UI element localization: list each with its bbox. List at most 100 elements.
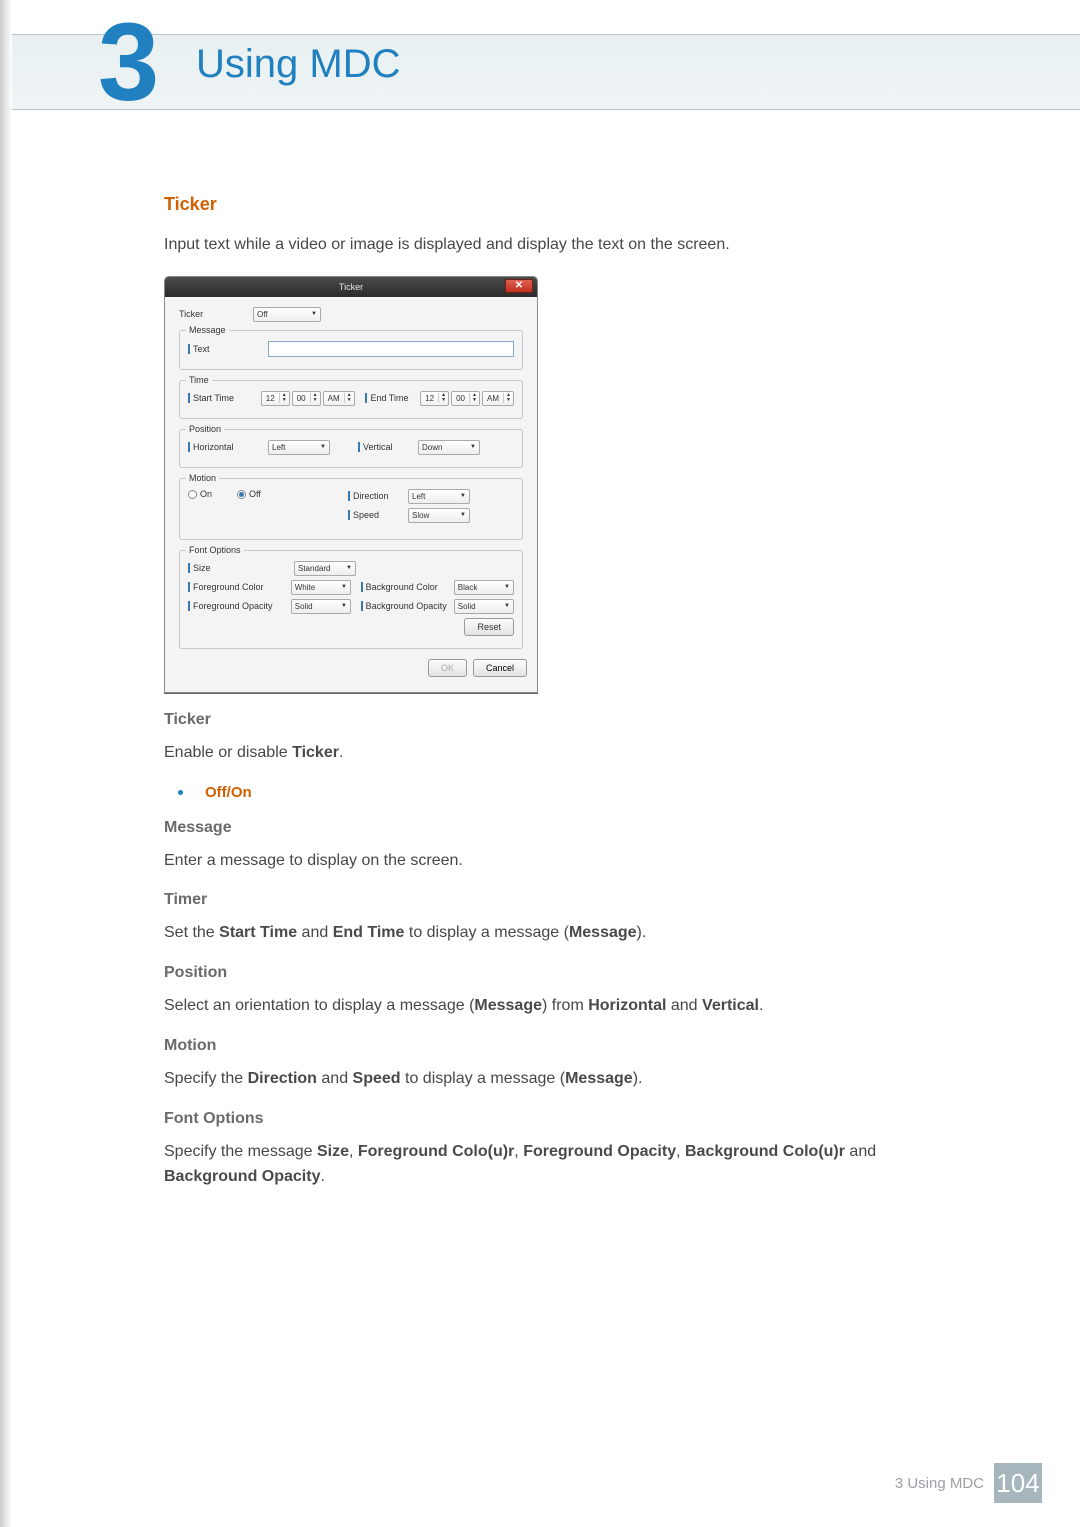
end-hour-stepper[interactable]: 12▲▼ bbox=[420, 391, 449, 406]
f2: Size bbox=[317, 1143, 349, 1160]
motion-legend: Motion bbox=[186, 473, 219, 483]
start-ampm-stepper[interactable]: AM▲▼ bbox=[323, 391, 355, 406]
p2: Message bbox=[474, 997, 542, 1014]
section-heading-ticker: Ticker bbox=[164, 194, 884, 215]
fg-opacity-select[interactable]: Solid▼ bbox=[291, 599, 351, 614]
fg-opacity-label: Foreground Opacity bbox=[188, 601, 285, 611]
chevron-down-icon: ▼ bbox=[311, 311, 317, 317]
t3: and bbox=[297, 924, 333, 941]
chapter-title: Using MDC bbox=[196, 42, 400, 87]
reset-button[interactable]: Reset bbox=[464, 618, 514, 636]
bg-opacity-label: Background Opacity bbox=[361, 601, 448, 611]
horizontal-label: Horizontal bbox=[188, 442, 262, 452]
desc-motion-text: Specify the Direction and Speed to displ… bbox=[164, 1067, 884, 1092]
chevron-down-icon: ▼ bbox=[504, 584, 510, 590]
size-label: Size bbox=[188, 563, 288, 573]
footer-text: 3 Using MDC bbox=[895, 1475, 984, 1492]
m5: to display a message ( bbox=[401, 1070, 566, 1087]
desc-ticker-dot: . bbox=[339, 744, 343, 761]
start-ampm-value: AM bbox=[324, 394, 344, 403]
motion-on-label: On bbox=[200, 489, 212, 499]
chevron-down-icon: ▼ bbox=[504, 603, 510, 609]
f4: Foreground Colo(u)r bbox=[358, 1143, 514, 1160]
f1: Specify the message bbox=[164, 1143, 317, 1160]
direction-label: Direction bbox=[348, 491, 402, 501]
motion-off-label: Off bbox=[249, 489, 261, 499]
speed-label: Speed bbox=[348, 510, 402, 520]
time-fieldset: Time Start Time 12▲▼ 00▲▼ AM▲▼ End Time … bbox=[179, 380, 523, 419]
f7: , bbox=[676, 1143, 685, 1160]
p3: ) from bbox=[542, 997, 588, 1014]
option-on: On bbox=[231, 784, 252, 801]
end-time-label: End Time bbox=[365, 393, 414, 403]
fg-color-select[interactable]: White▼ bbox=[291, 580, 351, 595]
bg-opacity-select[interactable]: Solid ▼ bbox=[454, 599, 514, 614]
chevron-down-icon: ▼ bbox=[460, 493, 466, 499]
desc-position-heading: Position bbox=[164, 964, 884, 982]
t4: End Time bbox=[333, 924, 405, 941]
chevron-down-icon: ▼ bbox=[470, 444, 476, 450]
section-intro: Input text while a video or image is dis… bbox=[164, 233, 884, 258]
page-number-box: 104 bbox=[994, 1463, 1042, 1503]
f6: Foreground Opacity bbox=[523, 1143, 676, 1160]
f8: Background Colo(u)r bbox=[685, 1143, 845, 1160]
chapter-number-badge: 3 bbox=[98, 16, 162, 116]
direction-value: Left bbox=[412, 492, 425, 501]
ok-button[interactable]: OK bbox=[428, 659, 467, 677]
start-hour-value: 12 bbox=[262, 394, 279, 403]
desc-message-heading: Message bbox=[164, 819, 884, 837]
p1: Select an orientation to display a messa… bbox=[164, 997, 474, 1014]
m4: Speed bbox=[353, 1070, 401, 1087]
end-ampm-value: AM bbox=[483, 394, 503, 403]
ticker-select-value: Off bbox=[257, 310, 268, 319]
message-fieldset: Message Text bbox=[179, 330, 523, 370]
page-number: 104 bbox=[996, 1468, 1039, 1499]
desc-ticker-bold: Ticker bbox=[292, 744, 339, 761]
close-icon[interactable]: ✕ bbox=[505, 279, 533, 293]
horizontal-select[interactable]: Left ▼ bbox=[268, 440, 330, 455]
start-min-stepper[interactable]: 00▲▼ bbox=[292, 391, 321, 406]
bg-color-select[interactable]: Black▼ bbox=[454, 580, 514, 595]
t2: Start Time bbox=[219, 924, 297, 941]
page-left-stripe bbox=[0, 0, 12, 1527]
start-hour-stepper[interactable]: 12▲▼ bbox=[261, 391, 290, 406]
off-on-options: Off / On bbox=[178, 784, 884, 801]
p5: and bbox=[666, 997, 702, 1014]
desc-font-heading: Font Options bbox=[164, 1110, 884, 1128]
chevron-down-icon: ▼ bbox=[320, 444, 326, 450]
chevron-down-icon: ▼ bbox=[341, 603, 347, 609]
message-text-input[interactable] bbox=[268, 341, 514, 357]
m7: ). bbox=[633, 1070, 643, 1087]
end-min-value: 00 bbox=[452, 394, 469, 403]
desc-font-text: Specify the message Size, Foreground Col… bbox=[164, 1140, 884, 1190]
size-select[interactable]: Standard▼ bbox=[294, 561, 356, 576]
vertical-select[interactable]: Down▼ bbox=[418, 440, 480, 455]
p6: Vertical bbox=[702, 997, 759, 1014]
f9: and bbox=[845, 1143, 876, 1160]
page-footer: 3 Using MDC 104 bbox=[895, 1463, 1042, 1503]
chevron-down-icon: ▼ bbox=[341, 584, 347, 590]
motion-on-radio[interactable] bbox=[188, 490, 197, 499]
end-ampm-stepper[interactable]: AM▲▼ bbox=[482, 391, 514, 406]
font-options-legend: Font Options bbox=[186, 545, 244, 555]
horizontal-value: Left bbox=[272, 443, 285, 452]
option-off: Off bbox=[205, 784, 227, 801]
chevron-down-icon: ▼ bbox=[460, 512, 466, 518]
t1: Set the bbox=[164, 924, 219, 941]
cancel-button[interactable]: Cancel bbox=[473, 659, 527, 677]
m1: Specify the bbox=[164, 1070, 248, 1087]
f10: Background Opacity bbox=[164, 1168, 320, 1185]
direction-select[interactable]: Left ▼ bbox=[408, 489, 470, 504]
desc-ticker-text: Enable or disable Ticker. bbox=[164, 741, 884, 766]
speed-select[interactable]: Slow▼ bbox=[408, 508, 470, 523]
bg-opacity-value: Solid bbox=[458, 602, 476, 611]
position-fieldset: Position Horizontal Left▼ Vertical Down▼ bbox=[179, 429, 523, 468]
chapter-number: 3 bbox=[98, 16, 162, 110]
end-min-stepper[interactable]: 00▲▼ bbox=[451, 391, 480, 406]
m2: Direction bbox=[248, 1070, 317, 1087]
desc-ticker-pre: Enable or disable bbox=[164, 744, 292, 761]
motion-off-radio[interactable] bbox=[237, 490, 246, 499]
ticker-select[interactable]: Off ▼ bbox=[253, 307, 321, 322]
desc-ticker-heading: Ticker bbox=[164, 711, 884, 729]
header-bar bbox=[12, 34, 1080, 110]
